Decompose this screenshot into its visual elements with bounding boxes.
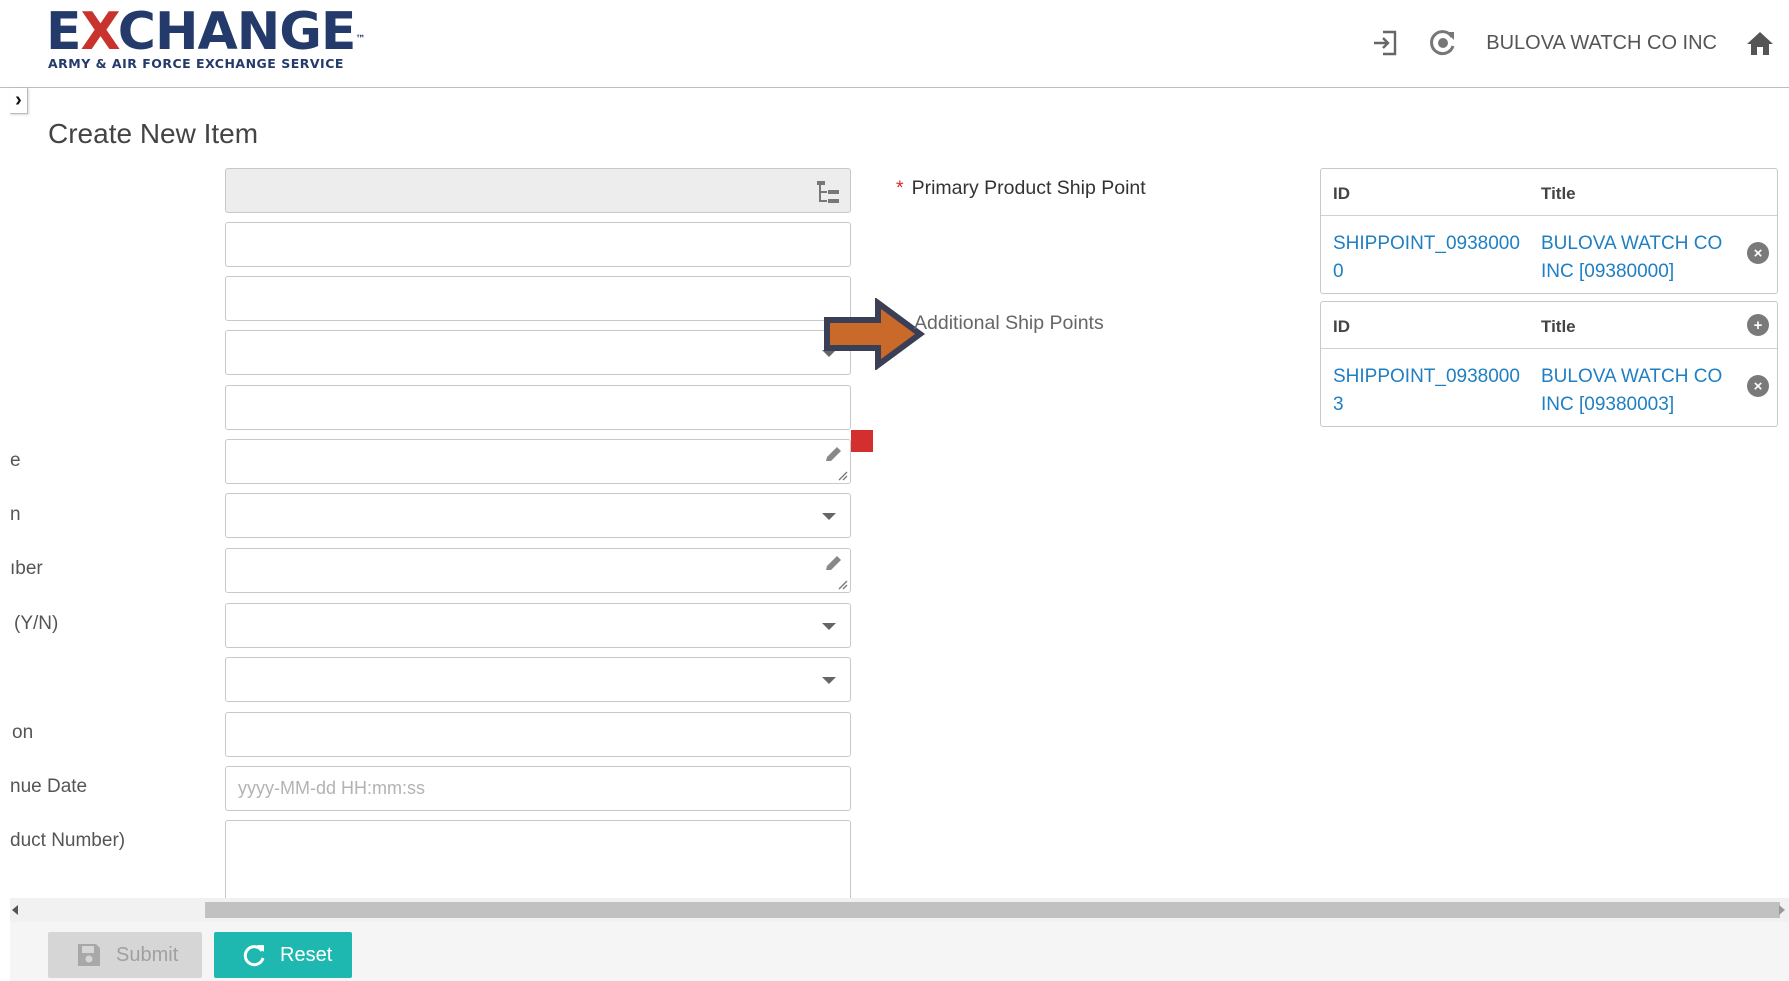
save-icon bbox=[78, 944, 100, 966]
refresh-icon[interactable] bbox=[1428, 28, 1458, 58]
field-label-11: on bbox=[12, 722, 34, 743]
col-header-id: ID bbox=[1333, 184, 1350, 203]
select-field-7[interactable] bbox=[225, 493, 851, 538]
text-field-11[interactable] bbox=[225, 712, 851, 757]
scrollbar-thumb[interactable] bbox=[205, 902, 1780, 918]
field-label-13: duct Number) bbox=[10, 830, 126, 851]
category-tree-field[interactable] bbox=[225, 168, 851, 213]
submit-button[interactable]: Submit bbox=[48, 932, 202, 978]
field-label-6: e bbox=[10, 450, 21, 471]
remove-circle-icon[interactable]: × bbox=[1747, 375, 1769, 397]
required-indicator bbox=[851, 430, 873, 452]
field-label-9: (Y/N) bbox=[14, 613, 59, 634]
ship-point-id-link[interactable]: SHIPPOINT_09380003 bbox=[1333, 363, 1523, 419]
required-star: * bbox=[896, 177, 904, 199]
remove-circle-icon[interactable]: × bbox=[1747, 242, 1769, 264]
col-header-id: ID bbox=[1333, 317, 1350, 336]
col-header-title: Title bbox=[1541, 317, 1576, 336]
pencil-icon[interactable] bbox=[822, 444, 844, 466]
textarea-field-6[interactable] bbox=[225, 439, 851, 484]
table-header: ID Title + bbox=[1321, 302, 1777, 349]
select-field-10[interactable] bbox=[225, 657, 851, 702]
tree-select-icon[interactable] bbox=[814, 178, 842, 206]
primary-ship-point-table: ID Title SHIPPOINT_09380000 BULOVA WATCH… bbox=[1320, 168, 1778, 294]
sidebar-toggle-button[interactable]: › bbox=[10, 88, 28, 114]
date-field[interactable] bbox=[225, 766, 851, 811]
pencil-icon[interactable] bbox=[822, 553, 844, 575]
reset-button[interactable]: Reset bbox=[214, 932, 352, 978]
sign-in-icon[interactable] bbox=[1370, 28, 1400, 58]
exchange-logo[interactable]: EXCHANGE™ ARMY & AIR FORCE EXCHANGE SERV… bbox=[46, 2, 365, 71]
text-input-3[interactable] bbox=[226, 277, 850, 320]
ship-point-title-link[interactable]: BULOVA WATCH CO INC [09380000] bbox=[1541, 230, 1731, 286]
header-actions: BULOVA WATCH CO INC bbox=[1370, 24, 1775, 62]
text-input-11[interactable] bbox=[226, 713, 850, 756]
submit-button-label: Submit bbox=[116, 943, 179, 966]
app-header: EXCHANGE™ ARMY & AIR FORCE EXCHANGE SERV… bbox=[0, 0, 1789, 88]
form-footer: Submit Reset bbox=[10, 922, 1789, 981]
text-field-2[interactable] bbox=[225, 222, 851, 267]
add-circle-icon[interactable]: + bbox=[1747, 314, 1769, 336]
reset-button-label: Reset bbox=[280, 943, 333, 966]
resize-handle-icon[interactable] bbox=[836, 578, 848, 590]
scroll-left-icon[interactable] bbox=[12, 905, 18, 915]
col-header-title: Title bbox=[1541, 184, 1576, 203]
chevron-down-icon[interactable] bbox=[822, 513, 836, 520]
home-icon[interactable] bbox=[1745, 28, 1775, 58]
text-input-2[interactable] bbox=[226, 223, 850, 266]
additional-ship-points-label: Additional Ship Points bbox=[914, 312, 1104, 334]
ship-point-id-link[interactable]: SHIPPOINT_09380000 bbox=[1333, 230, 1523, 286]
logo-wordmark: EXCHANGE™ bbox=[46, 2, 365, 62]
logo-subtitle: ARMY & AIR FORCE EXCHANGE SERVICE bbox=[48, 56, 344, 71]
table-row: SHIPPOINT_09380003 BULOVA WATCH CO INC [… bbox=[1321, 349, 1777, 426]
table-row: SHIPPOINT_09380000 BULOVA WATCH CO INC [… bbox=[1321, 216, 1777, 293]
text-field-5[interactable] bbox=[225, 385, 851, 430]
field-label-8: ıber bbox=[10, 558, 43, 579]
field-label-7: n bbox=[10, 504, 21, 525]
text-field-13[interactable] bbox=[225, 820, 851, 898]
text-field-3[interactable] bbox=[225, 276, 851, 321]
ship-point-title-link[interactable]: BULOVA WATCH CO INC [09380003] bbox=[1541, 363, 1731, 419]
scroll-right-icon[interactable] bbox=[1779, 905, 1785, 915]
select-field-9[interactable] bbox=[225, 603, 851, 648]
select-field-4[interactable] bbox=[225, 330, 851, 375]
date-input[interactable] bbox=[226, 767, 850, 810]
resize-handle-icon[interactable] bbox=[836, 469, 848, 481]
page-title: Create New Item bbox=[48, 118, 259, 149]
textarea-field-8[interactable] bbox=[225, 548, 851, 593]
horizontal-scrollbar[interactable] bbox=[10, 898, 1789, 922]
field-label-12: nue Date bbox=[10, 776, 88, 797]
chevron-down-icon[interactable] bbox=[822, 677, 836, 684]
text-input-5[interactable] bbox=[226, 386, 850, 429]
pointer-arrow-icon bbox=[824, 298, 926, 370]
additional-ship-points-table: ID Title + SHIPPOINT_09380003 BULOVA WAT… bbox=[1320, 301, 1778, 427]
reset-icon bbox=[243, 945, 265, 967]
primary-ship-point-label: * Primary Product Ship Point bbox=[896, 177, 1146, 199]
chevron-down-icon[interactable] bbox=[822, 623, 836, 630]
table-header: ID Title bbox=[1321, 169, 1777, 216]
current-user-name[interactable]: BULOVA WATCH CO INC bbox=[1486, 32, 1717, 55]
